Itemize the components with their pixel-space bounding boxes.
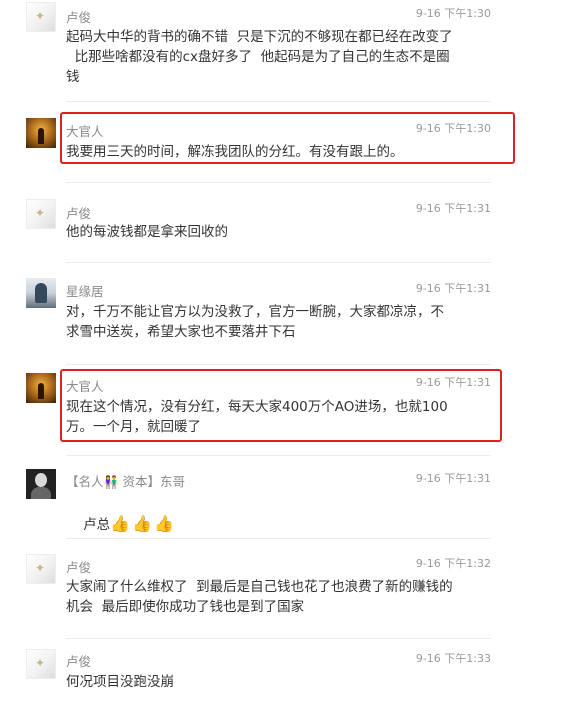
thumbs-up-icon: 👍 xyxy=(132,514,153,533)
comment-text: 对，千万不能让官方以为没救了，官方一断腕，大家都凉凉，不 求雪中送炭，希望大家也… xyxy=(66,304,444,340)
highlight-box xyxy=(60,369,502,442)
avatar[interactable] xyxy=(26,554,56,584)
name-prefix: 【名人 xyxy=(66,474,104,489)
avatar[interactable] xyxy=(26,649,56,679)
commenter-name[interactable]: 卢俊 xyxy=(66,203,91,222)
comment-time: 9-16 下午1:32 xyxy=(415,557,491,570)
thumbs-up-icon: 👍 xyxy=(110,514,131,533)
divider xyxy=(66,538,491,539)
comment-text: 起码大中华的背书的确不错 只是下沉的不够现在都已经在改变了 比那些啥都没有的cx… xyxy=(66,29,453,85)
divider xyxy=(66,182,491,183)
comment-text: 何况项目没跑没崩 xyxy=(66,674,174,690)
commenter-name[interactable]: 【名人👫 资本】东哥 xyxy=(66,471,185,490)
commenter-name[interactable]: 卢俊 xyxy=(66,7,91,26)
avatar[interactable] xyxy=(26,199,56,229)
commenter-name[interactable]: 星缘居 xyxy=(66,281,104,300)
highlight-box xyxy=(60,112,515,164)
name-mid: 资本】 xyxy=(118,474,160,489)
divider xyxy=(66,101,491,102)
comment-time: 9-16 下午1:31 xyxy=(415,202,491,215)
couple-icon: 👫 xyxy=(103,475,119,489)
avatar[interactable] xyxy=(26,469,56,499)
divider xyxy=(66,364,491,365)
divider xyxy=(66,455,491,456)
name-suffix: 东哥 xyxy=(159,474,185,489)
comment-text: 大家闹了什么维权了 到最后是自己钱也花了也浪费了新的赚钱的 机会 最后即使你成功… xyxy=(66,579,453,615)
comment-time: 9-16 下午1:31 xyxy=(415,282,491,295)
divider xyxy=(66,262,491,263)
commenter-name[interactable]: 卢俊 xyxy=(66,557,91,576)
comment-time: 9-16 下午1:30 xyxy=(415,7,491,20)
comment-text: 卢总👍 👍 👍 xyxy=(83,514,174,533)
avatar[interactable] xyxy=(26,373,56,403)
avatar[interactable] xyxy=(26,118,56,148)
commenter-name[interactable]: 卢俊 xyxy=(66,651,91,670)
comment-time: 9-16 下午1:31 xyxy=(415,472,491,485)
comment-text: 他的每波钱都是拿来回收的 xyxy=(66,224,228,240)
comment-time: 9-16 下午1:33 xyxy=(415,652,491,665)
avatar[interactable] xyxy=(26,2,56,32)
avatar[interactable] xyxy=(26,278,56,308)
thumbs-up-icon: 👍 xyxy=(154,514,174,533)
divider xyxy=(66,638,491,639)
